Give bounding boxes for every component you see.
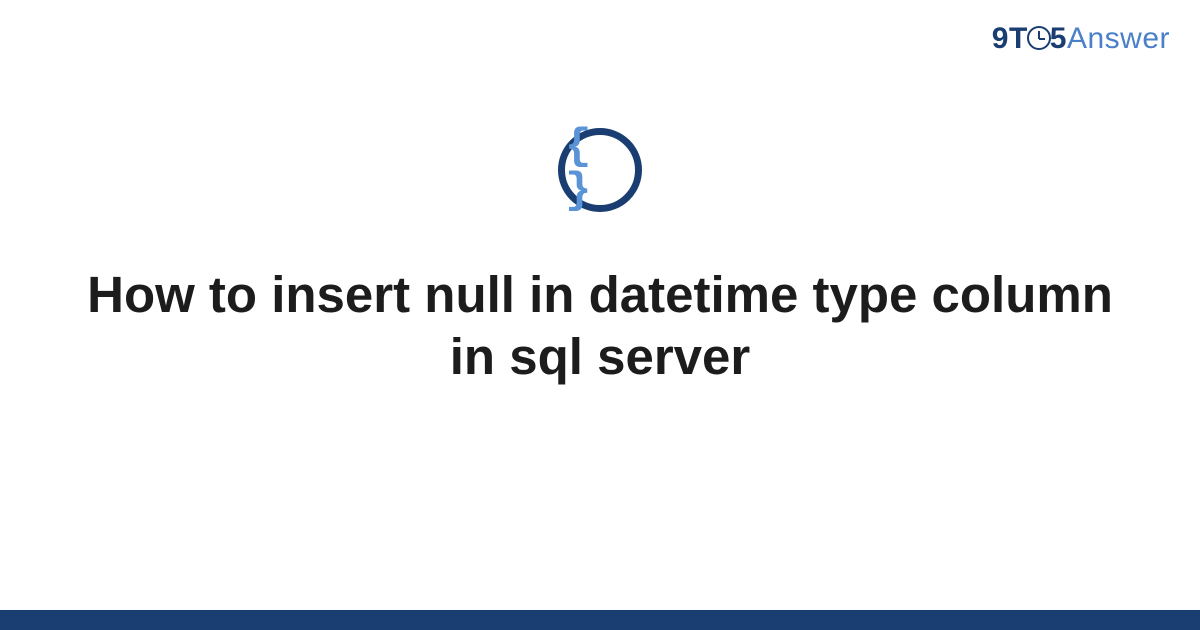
logo-answer: Answer [1067, 22, 1170, 55]
site-logo: 9T5Answer [992, 22, 1170, 56]
logo-t: T [1009, 22, 1028, 55]
footer-bar [0, 610, 1200, 630]
braces-glyph: { } [565, 125, 635, 213]
logo-five: 5 [1050, 22, 1067, 55]
logo-nine: 9 [992, 22, 1009, 55]
clock-icon [1027, 26, 1051, 50]
page-title: How to insert null in datetime type colu… [0, 264, 1200, 388]
code-braces-icon: { } [558, 128, 642, 212]
